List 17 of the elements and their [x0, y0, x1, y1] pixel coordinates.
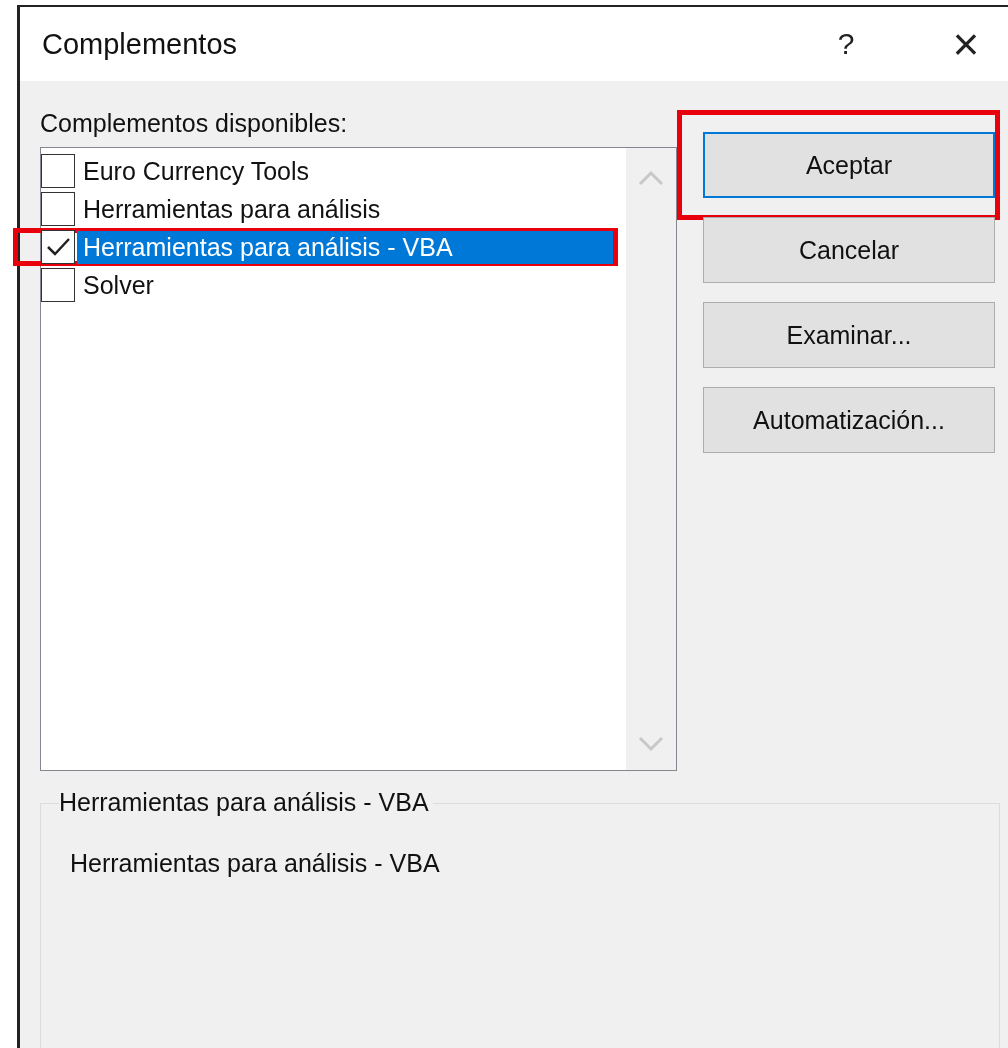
dialog-button[interactable]: Cancelar [703, 217, 995, 283]
checkbox[interactable] [41, 268, 75, 302]
dialog-button[interactable]: Automatización... [703, 387, 995, 453]
dialog-button[interactable]: Examinar... [703, 302, 995, 368]
addin-item[interactable]: Herramientas para análisis [77, 192, 613, 226]
list-label: Complementos disponibles: [40, 109, 349, 139]
checkbox[interactable] [41, 154, 75, 188]
addin-item[interactable]: Herramientas para análisis - VBA [77, 230, 613, 264]
dialog-button[interactable]: Aceptar [703, 132, 995, 198]
help-button[interactable]: ? [816, 27, 876, 61]
close-button[interactable]: × [936, 17, 996, 71]
addin-item[interactable]: Solver [77, 268, 613, 302]
window-title: Complementos [42, 27, 239, 61]
checkbox[interactable] [41, 192, 75, 226]
addin-item[interactable]: Euro Currency Tools [77, 154, 613, 188]
description-text: Herramientas para análisis - VBA [70, 849, 441, 878]
checkbox[interactable] [41, 230, 75, 264]
